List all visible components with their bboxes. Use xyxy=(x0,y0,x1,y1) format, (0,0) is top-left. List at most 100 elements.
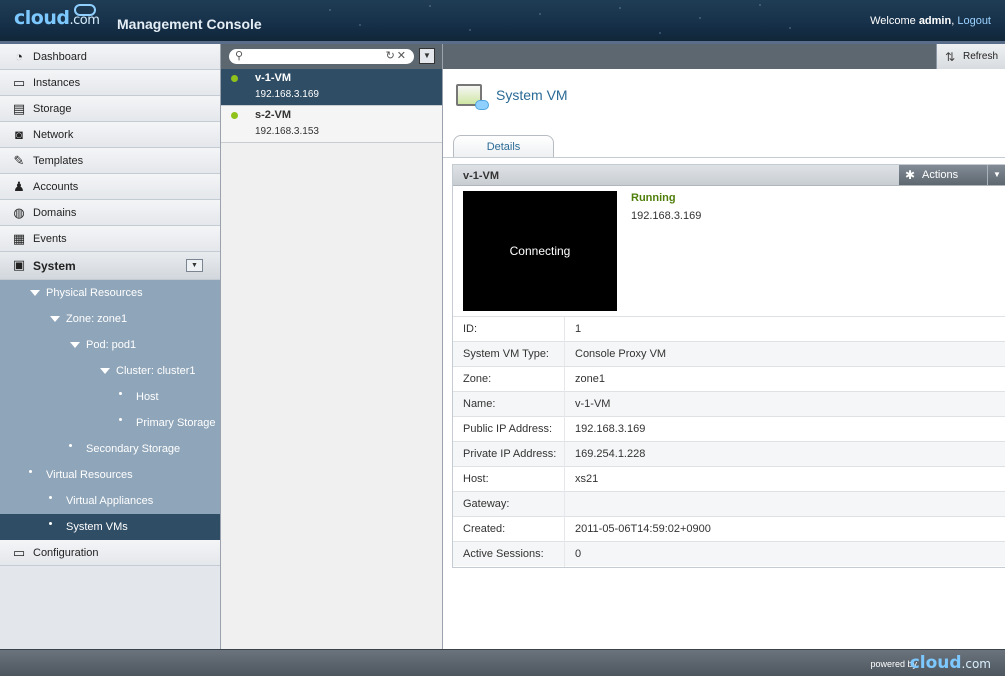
nav-item-system[interactable]: ▣ System ▼ xyxy=(0,252,220,280)
nav-item-label: Storage xyxy=(33,102,72,115)
left-navigation: ◔ Dashboard ▭ Instances ▤ Storage ◙ Network ✎ Tem… xyxy=(0,44,221,649)
tab-divider xyxy=(443,157,1005,158)
refresh-button[interactable]: ⇅ Refresh xyxy=(936,44,1005,69)
detail-row: Public IP Address: 192.168.3.169 xyxy=(453,416,1005,442)
detail-row: Name: v-1-VM xyxy=(453,391,1005,417)
detail-value: 1 xyxy=(564,316,1005,342)
detail-label: ID: xyxy=(463,323,478,335)
nav-item-domains[interactable]: ◍ Domains xyxy=(0,200,220,226)
tree-item-host[interactable]: Host xyxy=(0,384,220,410)
tree-item-zone-zone1[interactable]: Zone: zone1 xyxy=(0,306,220,332)
tree-item-label: Secondary Storage xyxy=(86,443,181,455)
app-header: cloud.com Management Console Welcome adm… xyxy=(0,0,1005,44)
footer-logo: cloud.com xyxy=(909,653,991,673)
vm-list-panel: ⚲ ↻✕ ▼ v-1-VM 192.168.3.169 s-2-VM 192.168.… xyxy=(221,44,443,649)
tree-item-cluster-cluster1[interactable]: Cluster: cluster1 xyxy=(0,358,220,384)
console-preview[interactable]: Connecting xyxy=(463,191,617,311)
detail-label: Private IP Address: xyxy=(463,448,557,460)
tab-bar: Details xyxy=(453,135,554,157)
tree-item-label: Primary Storage xyxy=(136,417,216,429)
tree-item-virtual-resources[interactable]: Virtual Resources xyxy=(0,462,220,488)
nav-item-configuration[interactable]: ▭ Configuration xyxy=(0,540,220,566)
accounts-icon: ♟ xyxy=(13,179,25,194)
actions-button[interactable]: ✱ Actions ▼ xyxy=(899,165,1005,185)
nav-item-dashboard[interactable]: ◔ Dashboard xyxy=(0,44,220,70)
detail-label: Host: xyxy=(463,473,489,485)
detail-value: v-1-VM xyxy=(564,391,1005,417)
refresh-icon: ⇅ xyxy=(945,50,956,64)
vm-list-item[interactable]: s-2-VM 192.168.3.153 xyxy=(221,106,442,143)
tree-item-system-vms[interactable]: System VMs xyxy=(0,514,220,540)
tab-details[interactable]: Details xyxy=(453,135,554,157)
detail-value: 0 xyxy=(564,541,1005,567)
detail-row: Active Sessions: 0 xyxy=(453,541,1005,567)
detail-row: Zone: zone1 xyxy=(453,366,1005,392)
expand-triangle-icon[interactable] xyxy=(70,342,80,349)
domains-icon: ◍ xyxy=(13,205,25,220)
nav-item-instances[interactable]: ▭ Instances xyxy=(0,70,220,96)
cloud-logo: cloud.com xyxy=(14,4,100,29)
tree-item-label: Physical Resources xyxy=(46,287,143,299)
instances-icon: ▭ xyxy=(12,75,26,90)
detail-row: Host: xs21 xyxy=(453,466,1005,492)
detail-row: Created: 2011-05-06T14:59:02+0900 xyxy=(453,516,1005,542)
detail-row: System VM Type: Console Proxy VM xyxy=(453,341,1005,367)
gear-icon: ✱ xyxy=(905,168,916,182)
tree-item-physical-resources[interactable]: Physical Resources xyxy=(0,280,220,306)
username: admin xyxy=(918,15,952,27)
nav-item-events[interactable]: ▦ Events xyxy=(0,226,220,252)
vm-list-item[interactable]: v-1-VM 192.168.3.169 xyxy=(221,69,442,106)
nav-item-label: Domains xyxy=(33,206,77,219)
expand-triangle-icon[interactable] xyxy=(100,368,110,375)
clear-search-icon[interactable]: ↻✕ xyxy=(386,49,408,62)
expand-triangle-icon[interactable] xyxy=(50,316,60,323)
detail-value: 192.168.3.169 xyxy=(564,416,1005,442)
chevron-down-icon[interactable]: ▼ xyxy=(987,165,1005,185)
nav-item-storage[interactable]: ▤ Storage xyxy=(0,96,220,122)
panel-vm-name: v-1-VM xyxy=(463,170,500,182)
nav-item-label: Events xyxy=(33,232,67,245)
tree-item-label: Virtual Appliances xyxy=(66,495,154,507)
detail-label: System VM Type: xyxy=(463,348,549,360)
storage-icon: ▤ xyxy=(12,101,26,116)
detail-value: xs21 xyxy=(564,466,1005,492)
detail-value: zone1 xyxy=(564,366,1005,392)
welcome-text: Welcome admin, Logout xyxy=(870,15,991,27)
tree-item-primary-storage[interactable]: Primary Storage xyxy=(0,410,220,436)
tree-item-label: Pod: pod1 xyxy=(86,339,137,351)
nav-item-label: Dashboard xyxy=(33,50,87,63)
logout-link[interactable]: Logout xyxy=(957,15,991,27)
detail-label: Zone: xyxy=(463,373,492,385)
tree-item-virtual-appliances[interactable]: Virtual Appliances xyxy=(0,488,220,514)
templates-icon: ✎ xyxy=(13,153,25,168)
collapse-toggle[interactable]: ▼ xyxy=(186,259,203,272)
detail-row: Private IP Address: 169.254.1.228 xyxy=(453,441,1005,467)
events-icon: ▦ xyxy=(12,231,26,246)
vm-state-ip: 192.168.3.169 xyxy=(631,210,702,222)
content-toolbar: ⇅ Refresh xyxy=(443,44,1005,69)
tree-item-pod-pod1[interactable]: Pod: pod1 xyxy=(0,332,220,358)
search-options-dropdown[interactable]: ▼ xyxy=(419,48,435,64)
nav-item-network[interactable]: ◙ Network xyxy=(0,122,220,148)
vm-ip: 192.168.3.169 xyxy=(255,89,319,100)
configuration-icon: ▭ xyxy=(12,545,26,560)
nav-item-templates[interactable]: ✎ Templates xyxy=(0,148,220,174)
tree-item-label: Virtual Resources xyxy=(46,469,133,481)
vm-name: v-1-VM xyxy=(255,72,292,84)
search-input[interactable]: ⚲ ↻✕ xyxy=(229,49,414,64)
app-title: Management Console xyxy=(117,16,262,32)
page-title: System VM xyxy=(496,87,568,103)
cloud-icon xyxy=(74,4,96,16)
detail-row: Gateway: xyxy=(453,491,1005,517)
vm-detail-panel: v-1-VM ✱ Actions ▼ Connecting Running 19… xyxy=(452,164,1005,568)
nav-item-label: Network xyxy=(33,128,74,141)
system-vm-icon xyxy=(456,84,489,110)
bullet-icon xyxy=(49,495,52,499)
detail-value: 2011-05-06T14:59:02+0900 xyxy=(564,516,1005,542)
actions-label: Actions xyxy=(922,169,959,181)
detail-label: Public IP Address: xyxy=(463,423,553,435)
tree-item-label: Cluster: cluster1 xyxy=(116,365,196,377)
nav-item-accounts[interactable]: ♟ Accounts xyxy=(0,174,220,200)
tree-item-secondary-storage[interactable]: Secondary Storage xyxy=(0,436,220,462)
expand-triangle-icon[interactable] xyxy=(30,290,40,297)
